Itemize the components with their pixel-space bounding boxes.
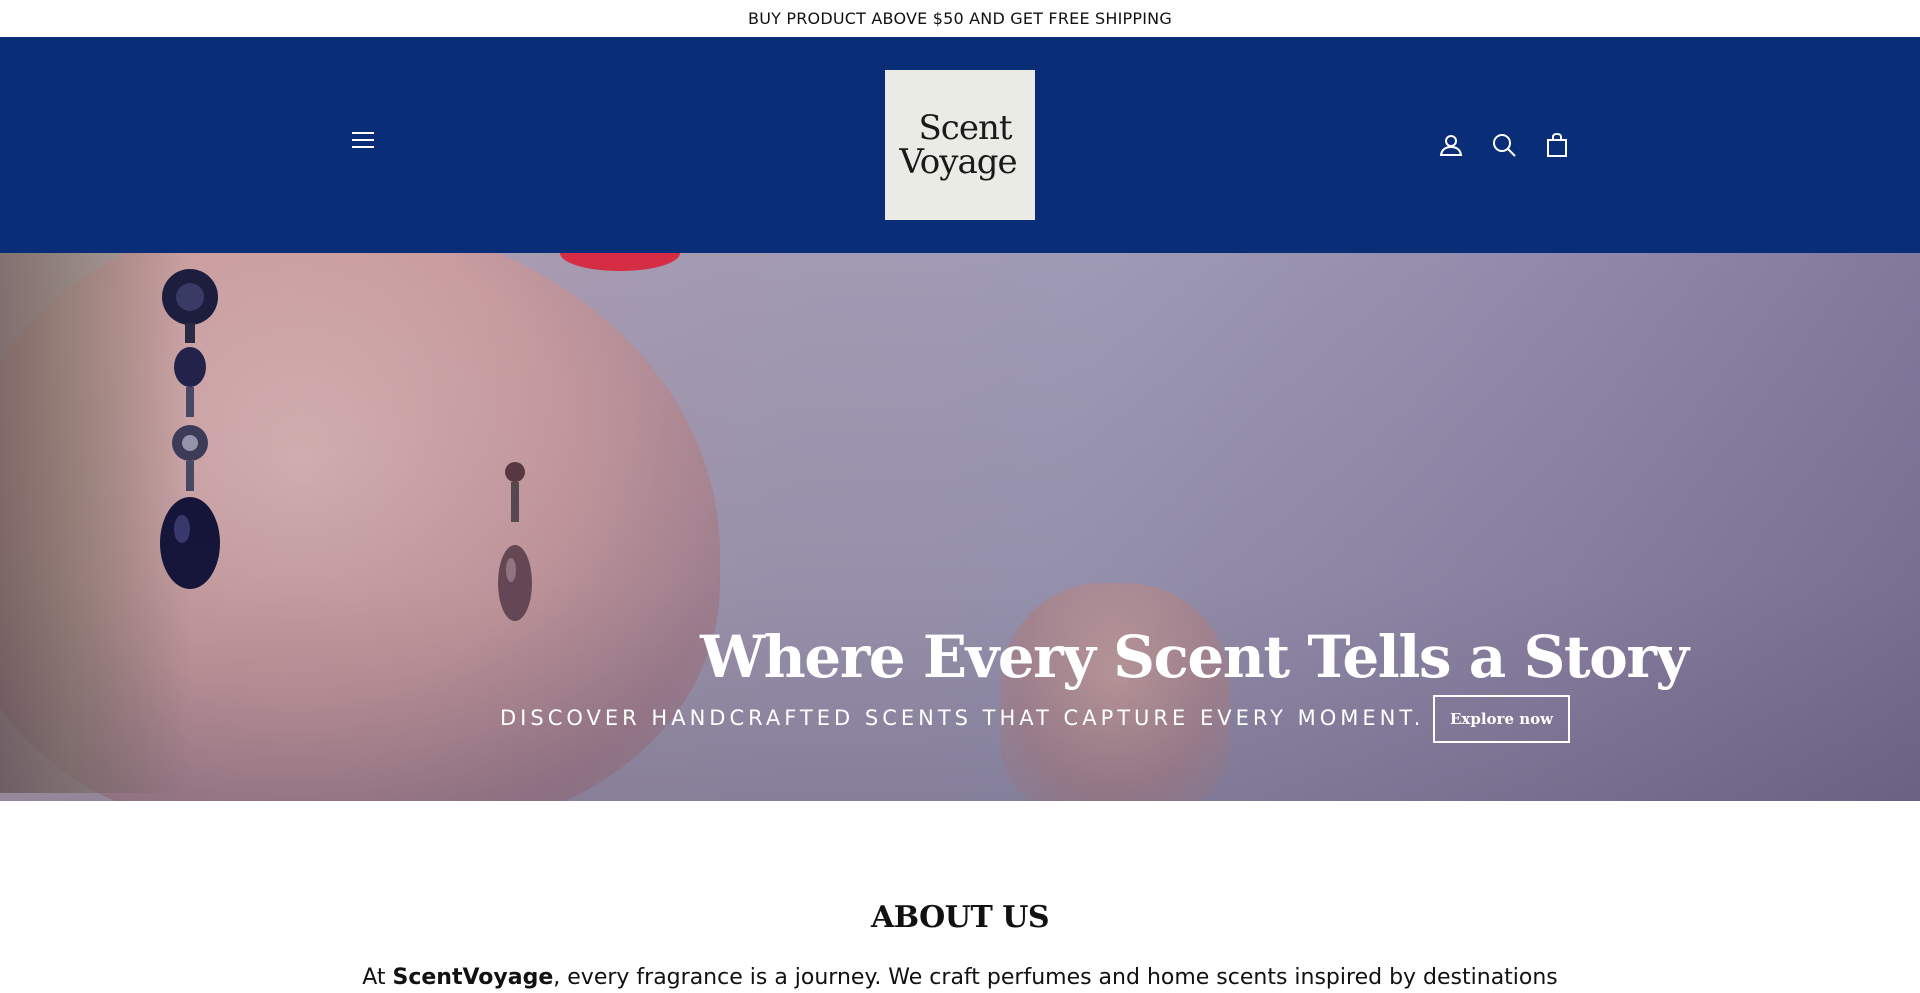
cart-icon[interactable]	[1544, 132, 1570, 158]
explore-now-button[interactable]: Explore now	[1433, 695, 1570, 743]
announcement-bar: BUY PRODUCT ABOVE $50 AND GET FREE SHIPP…	[0, 0, 1920, 37]
logo-line1: Scent	[918, 108, 1012, 148]
menu-icon[interactable]	[350, 130, 378, 152]
hero-title: Where Every Scent Tells a Story	[700, 623, 1689, 691]
search-icon[interactable]	[1491, 132, 1517, 158]
site-header: Scent Voyage	[0, 37, 1920, 253]
about-text-prefix: At	[362, 965, 393, 990]
about-text: At ScentVoyage, every fragrance is a jou…	[0, 965, 1920, 990]
hero-subtitle: DISCOVER HANDCRAFTED SCENTS THAT CAPTURE…	[500, 706, 1425, 730]
account-icon[interactable]	[1438, 132, 1464, 158]
about-brand: ScentVoyage	[392, 965, 554, 990]
hero-banner: Where Every Scent Tells a Story DISCOVER…	[0, 253, 1920, 801]
logo-line2: Voyage	[899, 142, 1017, 182]
about-text-suffix: , every fragrance is a journey. We craft…	[553, 965, 1558, 990]
site-logo[interactable]: Scent Voyage	[885, 70, 1035, 220]
about-title: ABOUT US	[870, 900, 1050, 935]
announcement-text: BUY PRODUCT ABOVE $50 AND GET FREE SHIPP…	[748, 9, 1172, 28]
